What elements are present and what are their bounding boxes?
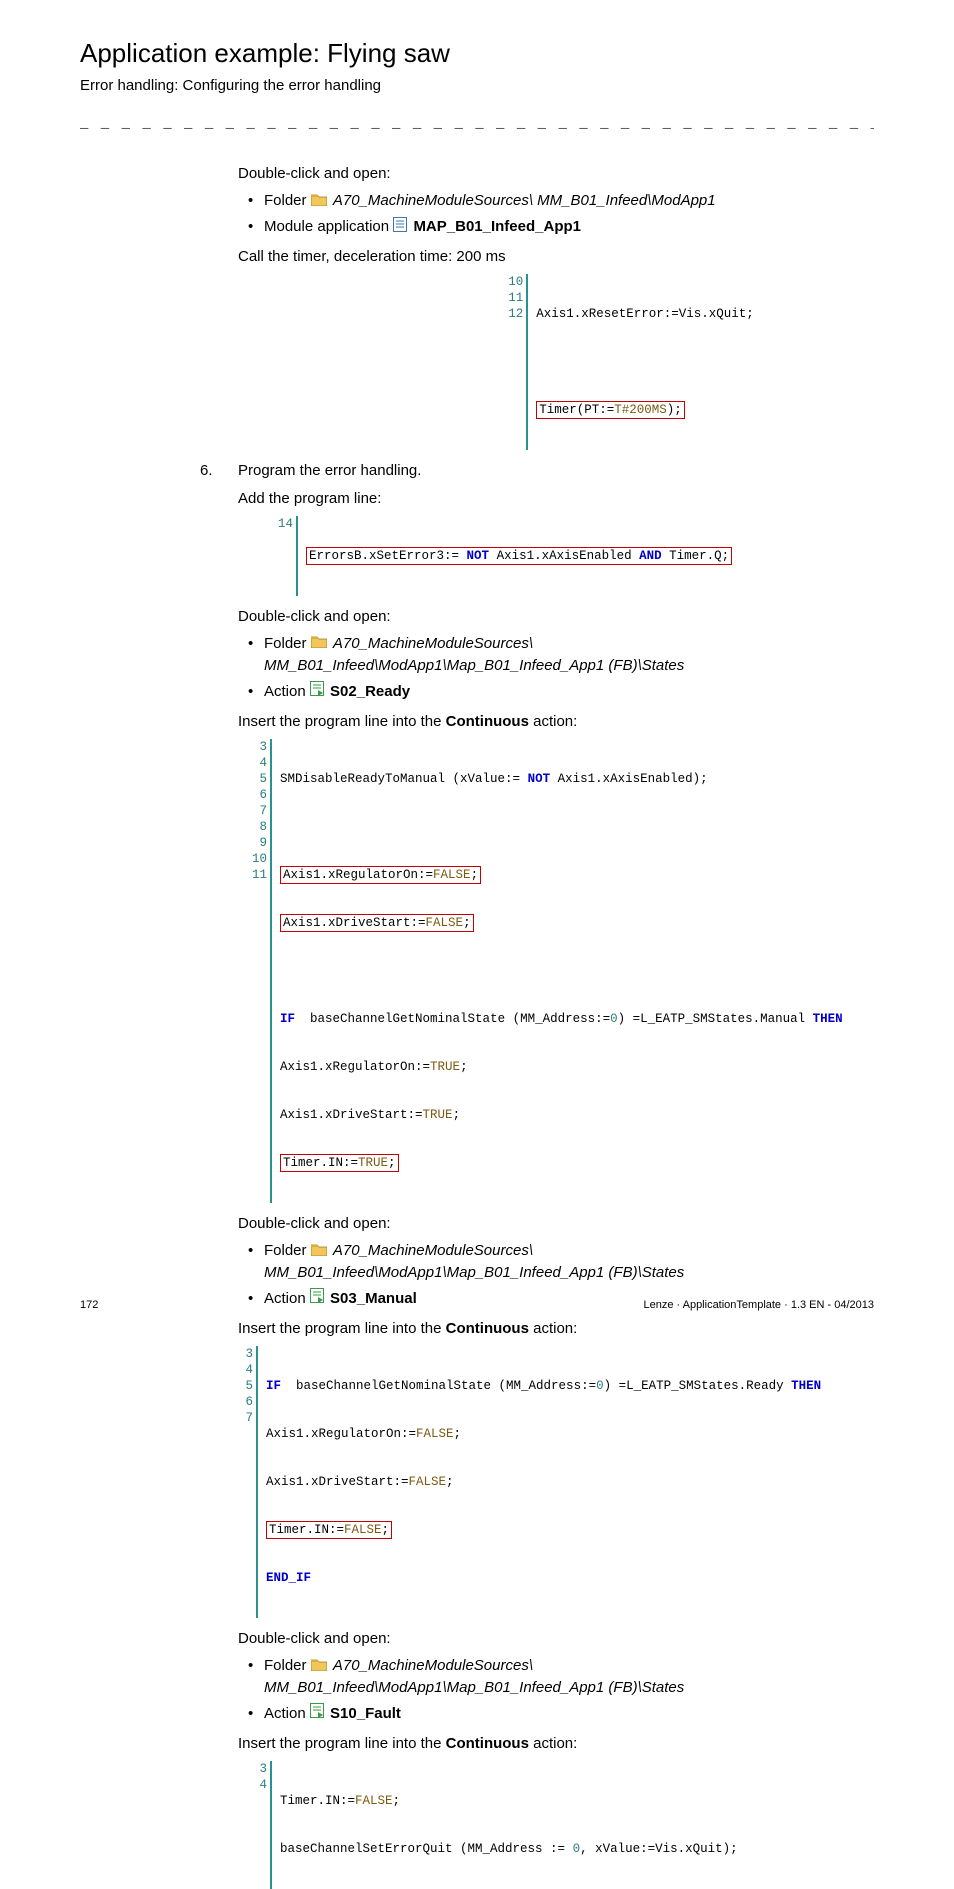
open-list-4: Folder A70_MachineModuleSources\ MM_B01_… bbox=[238, 1655, 874, 1725]
folder-path-a: A70_MachineModuleSources\ bbox=[333, 1657, 533, 1674]
folder-path-b: MM_B01_Infeed\ModApp1\Map_B01_Infeed_App… bbox=[264, 1264, 684, 1281]
code-gutter: 10 11 12 bbox=[508, 274, 528, 450]
module-app-icon bbox=[393, 217, 407, 239]
folder-item: Folder A70_MachineModuleSources\ MM_B01_… bbox=[252, 1240, 874, 1284]
folder-icon bbox=[311, 633, 327, 655]
code-block-4: 34567 IF baseChannelGetNominalState (MM_… bbox=[238, 1346, 874, 1618]
text-insert-1: Insert the program line into the Continu… bbox=[238, 711, 874, 733]
action-icon bbox=[310, 681, 324, 703]
folder-path: A70_MachineModuleSources\ MM_B01_Infeed\… bbox=[333, 192, 716, 209]
code-gutter: 34567 bbox=[238, 1346, 258, 1618]
code-block-2: 14 ErrorsB.xSetError3:= NOT Axis1.xAxisE… bbox=[238, 516, 874, 596]
action-icon bbox=[310, 1703, 324, 1725]
text-call-timer: Call the timer, deceleration time: 200 m… bbox=[238, 246, 874, 268]
code-block-3: 34567891011 SMDisableReadyToManual (xVal… bbox=[238, 739, 874, 1203]
folder-item: Folder A70_MachineModuleSources\ MM_B01_… bbox=[252, 1655, 874, 1699]
text-add-line: Add the program line: bbox=[238, 488, 874, 510]
content-body: Double-click and open: Folder A70_Machin… bbox=[80, 163, 874, 1889]
text-dco-3: Double-click and open: bbox=[238, 1213, 874, 1235]
step-6: 6. Program the error handling. Add the p… bbox=[238, 460, 874, 1889]
page: Application example: Flying saw Error ha… bbox=[0, 0, 954, 1889]
folder-item: Folder A70_MachineModuleSources\ MM_B01_… bbox=[252, 633, 874, 677]
module-name: MAP_B01_Infeed_App1 bbox=[413, 218, 581, 235]
page-title: Application example: Flying saw bbox=[80, 35, 874, 73]
folder-icon bbox=[311, 191, 327, 213]
page-footer: 172 Lenze · ApplicationTemplate · 1.3 EN… bbox=[80, 1298, 874, 1314]
folder-path-b: MM_B01_Infeed\ModApp1\Map_B01_Infeed_App… bbox=[264, 657, 684, 674]
folder-item: Folder A70_MachineModuleSources\ MM_B01_… bbox=[252, 190, 874, 212]
module-item: Module application MAP_B01_Infeed_App1 bbox=[252, 216, 874, 238]
action-item: Action S10_Fault bbox=[252, 1703, 874, 1725]
code-block-5: 34 Timer.IN:=FALSE; baseChannelSetErrorQ… bbox=[238, 1761, 874, 1889]
code-lines: IF baseChannelGetNominalState (MM_Addres… bbox=[258, 1346, 821, 1618]
folder-path-a: A70_MachineModuleSources\ bbox=[333, 635, 533, 652]
code-lines: SMDisableReadyToManual (xValue:= NOT Axi… bbox=[272, 739, 843, 1203]
open-list-1: Folder A70_MachineModuleSources\ MM_B01_… bbox=[238, 190, 874, 238]
page-number: 172 bbox=[80, 1298, 98, 1314]
folder-icon bbox=[311, 1241, 327, 1263]
folder-path-a: A70_MachineModuleSources\ bbox=[333, 1242, 533, 1259]
folder-icon bbox=[311, 1656, 327, 1678]
action-item: Action S02_Ready bbox=[252, 681, 874, 703]
code-gutter: 34 bbox=[252, 1761, 272, 1889]
text-insert-3: Insert the program line into the Continu… bbox=[238, 1733, 874, 1755]
text-dco-4: Double-click and open: bbox=[238, 1628, 874, 1650]
text-insert-2: Insert the program line into the Continu… bbox=[238, 1318, 874, 1340]
action-name: S10_Fault bbox=[330, 1705, 401, 1722]
code-block-1: 10 11 12 Axis1.xResetError:=Vis.xQuit; T… bbox=[238, 274, 874, 450]
code-lines: ErrorsB.xSetError3:= NOT Axis1.xAxisEnab… bbox=[298, 516, 732, 596]
code-lines: Axis1.xResetError:=Vis.xQuit; Timer(PT:=… bbox=[528, 274, 754, 450]
step-number: 6. bbox=[200, 460, 213, 482]
step-title: Program the error handling. bbox=[238, 460, 874, 482]
open-list-2: Folder A70_MachineModuleSources\ MM_B01_… bbox=[238, 633, 874, 703]
code-gutter: 14 bbox=[278, 516, 298, 596]
code-gutter: 34567891011 bbox=[252, 739, 272, 1203]
separator-dashes: _ _ _ _ _ _ _ _ _ _ _ _ _ _ _ _ _ _ _ _ … bbox=[80, 114, 874, 134]
folder-path-b: MM_B01_Infeed\ModApp1\Map_B01_Infeed_App… bbox=[264, 1679, 684, 1696]
text-dco-2: Double-click and open: bbox=[238, 606, 874, 628]
text-dco-1: Double-click and open: bbox=[238, 163, 874, 185]
footer-meta: Lenze · ApplicationTemplate · 1.3 EN - 0… bbox=[643, 1298, 874, 1314]
code-lines: Timer.IN:=FALSE; baseChannelSetErrorQuit… bbox=[272, 1761, 738, 1889]
page-subtitle: Error handling: Configuring the error ha… bbox=[80, 75, 874, 97]
action-name: S02_Ready bbox=[330, 683, 410, 700]
